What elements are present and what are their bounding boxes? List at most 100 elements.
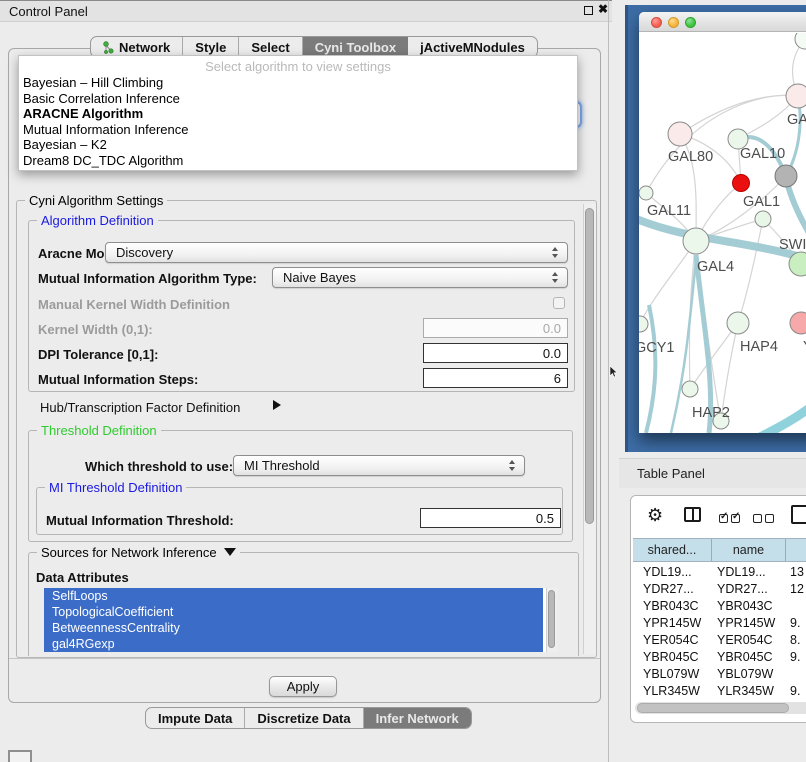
column-header-partial[interactable] [786,539,806,561]
splitter[interactable] [608,0,609,762]
tab-discretize-data[interactable]: Discretize Data [245,708,363,728]
column-header-name[interactable]: name [712,539,786,561]
network-view-frame[interactable]: GAL GAL80 GAL10 GAL11 GAL1 SWI4 GAL4 GCY… [625,5,806,452]
control-panel-titlebar: Control Panel [0,0,612,22]
table-row[interactable]: YDL19...YDL19...13 [633,563,806,580]
node-small-left[interactable] [639,186,653,200]
table-row[interactable]: YBR045CYBR045C9. [633,648,806,665]
node-label: GAL [787,112,806,128]
node-hap2[interactable] [682,381,698,397]
table-scrollbar-thumb[interactable] [637,703,789,713]
manual-kernel-checkbox [553,297,565,309]
data-attributes-list: SelfLoops TopologicalCoefficient Between… [44,588,557,652]
minimized-panel-icon[interactable] [8,750,32,762]
hub-definition-label[interactable]: Hub/Transcription Factor Definition [40,400,240,415]
dropdown-item[interactable]: Bayesian – Hill Climbing [19,75,577,91]
mi-threshold-label: Mutual Information Threshold: [46,513,234,528]
app-root: Control Panel ✖ Network Style Select Cyn… [0,0,806,762]
table-row[interactable]: YPR145WYPR145W9. [633,614,806,631]
mouse-cursor [609,366,618,378]
minimize-window-icon[interactable] [668,17,679,28]
kernel-width-field: 0.0 [423,318,568,338]
node-hap4[interactable] [727,312,749,334]
settings-scrollbar[interactable] [583,204,596,654]
node-pink-right[interactable] [790,312,806,334]
node-gcy1[interactable] [639,316,648,332]
tab-cyni-toolbox[interactable]: Cyni Toolbox [303,37,408,57]
node-gal80[interactable] [668,122,692,146]
tab-impute-data[interactable]: Impute Data [146,708,245,728]
table-header: shared... name [633,538,806,562]
close-window-icon[interactable] [651,17,662,28]
float-window-icon[interactable] [584,6,593,15]
dpi-tolerance-field[interactable]: 0.0 [423,343,568,363]
list-scrollbar-thumb[interactable] [548,590,555,648]
zoom-window-icon[interactable] [685,17,696,28]
combo-stepper-icon [552,247,560,258]
node-label: GAL4 [697,259,734,275]
collapse-arrow-icon[interactable] [224,548,236,556]
table-row[interactable]: YDR27...YDR27...12 [633,580,806,597]
tab-select[interactable]: Select [239,37,302,57]
table-body: YDL19...YDL19...13 YDR27...YDR27...12 YB… [633,563,806,706]
dropdown-item[interactable]: Bayesian – K2 [19,137,577,153]
table-row[interactable]: YBL079WYBL079W [633,665,806,682]
mi-type-label: Mutual Information Algorithm Type: [38,271,257,286]
mi-type-combo[interactable]: Naive Bayes [272,267,568,288]
close-panel-icon[interactable]: ✖ [598,2,608,16]
tab-network[interactable]: Network [91,37,183,57]
bottom-tabbar: Impute Data Discretize Data Infer Networ… [145,707,472,729]
cyni-settings-title: Cyni Algorithm Settings [25,193,167,208]
node-label: GCY1 [639,340,675,356]
table-horizontal-scrollbar[interactable] [635,702,806,714]
dropdown-item[interactable]: Dream8 DC_TDC Algorithm [19,153,577,169]
columns-icon[interactable] [684,507,701,522]
tab-jactivemnodules[interactable]: jActiveMNodules [408,37,537,57]
apply-button[interactable]: Apply [269,676,337,697]
mi-threshold-group-title: MI Threshold Definition [45,480,186,495]
table-row[interactable]: YLR345WYLR345W9. [633,682,806,699]
node-gal1[interactable] [755,211,771,227]
gear-icon[interactable]: ⚙ [647,505,663,526]
algorithm-definition-title: Algorithm Definition [37,213,158,228]
list-item-selected[interactable]: gal4RGexp [44,636,543,652]
tab-infer-network[interactable]: Infer Network [364,708,471,728]
deselect-all-checkboxes-icon[interactable] [753,510,777,528]
node-red-selected[interactable] [733,175,750,192]
list-item-selected[interactable]: SelfLoops [44,588,543,604]
table-panel: ⚙ shared... name YDL19...YDL19...13 YDR2… [630,495,806,723]
list-scrollbar[interactable] [546,588,557,652]
dropdown-item-highlighted[interactable]: ARACNE Algorithm [19,106,577,122]
expand-arrow-icon[interactable] [273,400,281,410]
node-label: HAP2 [692,405,730,421]
table-row[interactable]: YER054CYER054C8. [633,631,806,648]
network-icon [103,41,114,54]
tab-style[interactable]: Style [183,37,239,57]
mi-steps-field[interactable]: 6 [423,368,568,388]
network-window-titlebar[interactable] [639,12,806,32]
table-row[interactable]: YBR043CYBR043C [633,597,806,614]
mi-steps-label: Mutual Information Steps: [38,372,198,387]
sources-title[interactable]: Sources for Network Inference [37,545,240,560]
table-panel-title: Table Panel [637,466,705,481]
node-label: HAP4 [740,339,778,355]
separator [9,658,600,659]
node-label: SWI4 [779,237,806,253]
select-all-checkboxes-icon[interactable] [719,510,743,528]
network-window: GAL GAL80 GAL10 GAL11 GAL1 SWI4 GAL4 GCY… [639,12,806,433]
node-partial-top[interactable] [795,33,806,49]
node-gal4[interactable] [683,228,709,254]
mi-threshold-field[interactable]: 0.5 [420,508,561,528]
settings-scrollbar-thumb[interactable] [585,208,594,524]
column-header-shared-name[interactable]: shared... [633,539,712,561]
list-item-selected[interactable]: BetweennessCentrality [44,620,543,636]
node-pink-top[interactable] [786,84,806,108]
new-table-icon[interactable] [791,505,806,524]
aracne-mode-combo[interactable]: Discovery [105,242,568,263]
list-item-selected[interactable]: TopologicalCoefficient [44,604,543,620]
dropdown-item[interactable]: Mutual Information Inference [19,122,577,138]
network-canvas[interactable]: GAL GAL80 GAL10 GAL11 GAL1 SWI4 GAL4 GCY… [639,33,806,433]
node-gray[interactable] [775,165,797,187]
dropdown-item[interactable]: Basic Correlation Inference [19,91,577,107]
which-threshold-combo[interactable]: MI Threshold [233,455,525,476]
